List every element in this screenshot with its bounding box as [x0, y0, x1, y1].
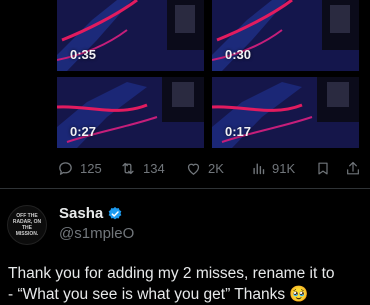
avatar[interactable]: OFF THE RADAR, ON THE MISSION.: [7, 205, 47, 245]
tweet-action-bar: 125 134 2K 91K: [57, 158, 370, 178]
reply-count: 125: [80, 160, 102, 176]
views-icon: [253, 162, 265, 174]
author-name[interactable]: Sasha: [59, 205, 123, 222]
view-count: 91K: [272, 160, 296, 176]
share-button[interactable]: [345, 158, 361, 178]
video-thumbnail[interactable]: 0:35: [57, 0, 204, 71]
reply-button[interactable]: 125: [57, 158, 102, 178]
video-duration: 0:35: [70, 47, 97, 62]
video-duration: 0:27: [70, 124, 97, 139]
reply-text-line: Thank you for adding my 2 misses, rename…: [8, 265, 335, 282]
share-icon: [347, 161, 359, 174]
separator: [0, 188, 370, 189]
video-duration: 0:30: [225, 47, 252, 62]
reply-text: Thank you for adding my 2 misses, rename…: [8, 263, 370, 305]
bookmark-icon: [318, 162, 328, 174]
media-grid: 0:35 0:30 0:27 0:17: [57, 0, 370, 148]
heart-icon: [187, 163, 200, 175]
reply-icon: [59, 161, 72, 175]
video-duration: 0:17: [225, 124, 252, 139]
video-thumbnail[interactable]: 0:17: [212, 77, 359, 148]
video-thumbnail[interactable]: 0:30: [212, 0, 359, 71]
video-thumbnail[interactable]: 0:27: [57, 77, 204, 148]
views-button[interactable]: 91K: [251, 158, 295, 178]
repost-button[interactable]: 134: [119, 158, 165, 178]
bookmark-button[interactable]: [315, 158, 331, 178]
author-handle[interactable]: @s1mpleO: [59, 225, 134, 242]
reply-text-line: - “What you see is what you get” Thanks …: [8, 286, 309, 303]
repost-icon: [122, 162, 134, 174]
avatar-text: OFF THE RADAR, ON THE MISSION.: [12, 213, 42, 237]
like-button[interactable]: 2K: [185, 158, 224, 178]
verified-badge-icon: [108, 206, 122, 219]
like-count: 2K: [208, 160, 224, 176]
repost-count: 134: [143, 160, 165, 176]
author-name-text: Sasha: [59, 205, 104, 222]
